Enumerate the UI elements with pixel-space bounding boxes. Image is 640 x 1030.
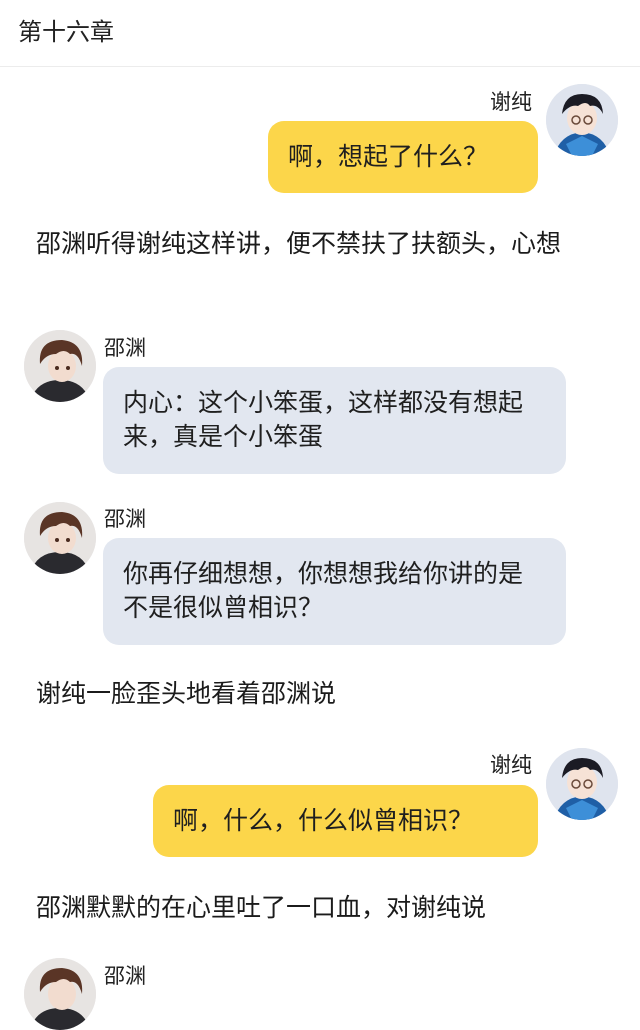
speaker-name: 邵渊 <box>104 964 146 988</box>
avatar-shaoyuan-icon[interactable] <box>24 958 96 1030</box>
avatar-xiechun-icon[interactable] <box>546 84 618 156</box>
message-bubble: 啊，什么，什么似曾相识？ <box>153 785 538 857</box>
narration-text: 邵渊听得谢纯这样讲，便不禁扶了扶额头，心想 <box>36 229 562 258</box>
narration-text: 谢纯一脸歪头地看着邵渊说 <box>36 679 337 708</box>
message-bubble: 内心：这个小笨蛋，这样都没有想起来，真是个小笨蛋 <box>103 367 566 474</box>
speaker-name: 邵渊 <box>104 507 146 531</box>
speaker-name: 谢纯 <box>490 753 532 777</box>
message-bubble: 你再仔细想想，你想想我给你讲的是不是很似曾相识？ <box>103 538 566 645</box>
speaker-name: 邵渊 <box>104 336 146 360</box>
message-bubble: 啊，想起了什么？ <box>268 121 538 193</box>
avatar-shaoyuan-icon[interactable] <box>24 502 96 574</box>
avatar-shaoyuan-icon[interactable] <box>24 330 96 402</box>
chapter-header: 第十六章 <box>0 0 640 67</box>
speaker-name: 谢纯 <box>490 90 532 114</box>
avatar-xiechun-icon[interactable] <box>546 748 618 820</box>
narration-text: 邵渊默默的在心里吐了一口血，对谢纯说 <box>36 893 487 922</box>
chapter-title: 第十六章 <box>18 18 114 46</box>
